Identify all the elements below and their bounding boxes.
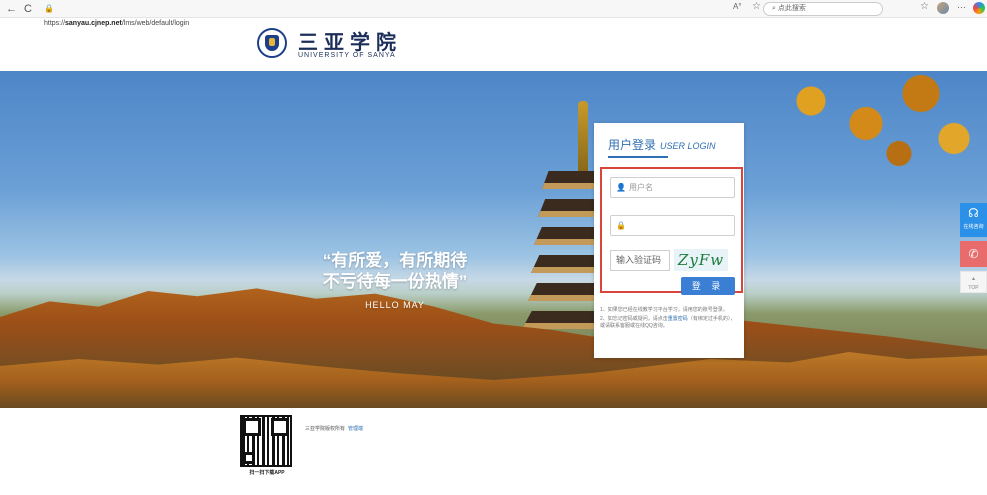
profile-avatar-icon[interactable] [937,2,949,14]
back-to-top-button[interactable]: ▲ TOP [960,271,987,293]
search-placeholder: 点此搜索 [777,5,806,12]
login-notes: 1、如果您已经在线教学习平台学习，请用您的账号登录。 2、如忘记密码或疑问，请点… [600,307,738,332]
admin-link[interactable]: 管理端 [348,426,363,432]
user-icon: 👤 [616,183,626,192]
reset-password-link[interactable]: 重置密码 [668,316,688,322]
slogan-line-2: 不亏待每一份热情” [322,272,468,291]
password-field[interactable]: 🔒 [610,215,735,236]
login-title-en: USER LOGIN [660,141,716,151]
school-name-en: UNIVERSITY OF SANYA [298,52,396,59]
browser-toolbar: ← C 🔒 https://sanyau.cjnep.net/lms/web/de… [0,0,987,27]
lock-icon: 🔒 [616,221,626,230]
captcha-image[interactable]: ZyFw [674,249,728,271]
login-form: 👤 用户名 🔒 输入验证码 ZyFw 登 录 [600,167,743,295]
favorite-star-icon[interactable]: ☆ [752,1,761,12]
login-title-cn: 用户登录 [608,138,657,152]
captcha-field[interactable]: 输入验证码 [610,250,670,271]
back-icon[interactable]: ← [6,2,17,16]
online-service-button[interactable]: ☊ 在线咨询 [960,203,987,237]
app-qr-code [240,415,292,467]
url-path: /lms/web/default/login [121,20,190,27]
read-aloud-icon[interactable]: A° [733,2,742,11]
note-2: 2、如忘记密码或疑问，请点击重置密码（有绑定过手机的），或请联系客服或在线QQ咨… [600,316,736,329]
arrow-up-icon: ▲ [971,276,976,282]
service-label: 在线咨询 [963,224,984,230]
login-button[interactable]: 登 录 [681,277,735,295]
hero-banner: “有所爱，有所期待 不亏待每一份热情” HELLO MAY [0,71,987,408]
slogan-line-3: HELLO MAY [365,300,425,310]
copilot-icon[interactable] [973,2,985,14]
login-title: 用户登录 USER LOGIN [608,136,716,153]
username-placeholder: 用户名 [629,183,653,192]
footer-copyright: 三亚学院版权所有 管理端 [305,425,363,432]
copyright-text: 三亚学院版权所有 [305,426,346,432]
school-seal-icon [257,28,287,58]
favorites-icon[interactable]: ☆ [920,1,929,12]
school-name-cn: 三亚学院 [298,30,402,54]
url-prefix: https:// [44,20,66,27]
autumn-leaves-decoration [767,71,987,221]
phone-button[interactable]: ✆ [960,241,987,267]
address-bar[interactable]: 🔒 https://sanyau.cjnep.net/lms/web/defaul… [44,2,189,27]
url-host: sanyau.cjnep.net [65,20,122,27]
note-1: 1、如果您已经在线教学习平台学习，请用您的账号登录。 [600,307,728,313]
title-underline [608,156,668,158]
banner-slogan: “有所爱，有所期待 不亏待每一份热情” HELLO MAY [300,251,490,310]
login-card: 用户登录 USER LOGIN 👤 用户名 🔒 输入验证码 ZyFw 登 录 1、… [594,123,744,358]
refresh-icon[interactable]: C [24,2,32,16]
slogan-line-1: “有所爱，有所期待 [322,251,468,270]
top-label: TOP [968,285,979,291]
phone-icon: ✆ [968,247,979,261]
lock-icon: 🔒 [44,4,54,13]
qr-label: 扫一扫下载APP [249,470,285,476]
more-menu-icon[interactable]: ··· [957,2,966,12]
username-field[interactable]: 👤 用户名 [610,177,735,198]
headset-icon: ☊ [968,206,979,220]
browser-search-input[interactable]: ⌕ 点此搜索 [763,2,883,16]
